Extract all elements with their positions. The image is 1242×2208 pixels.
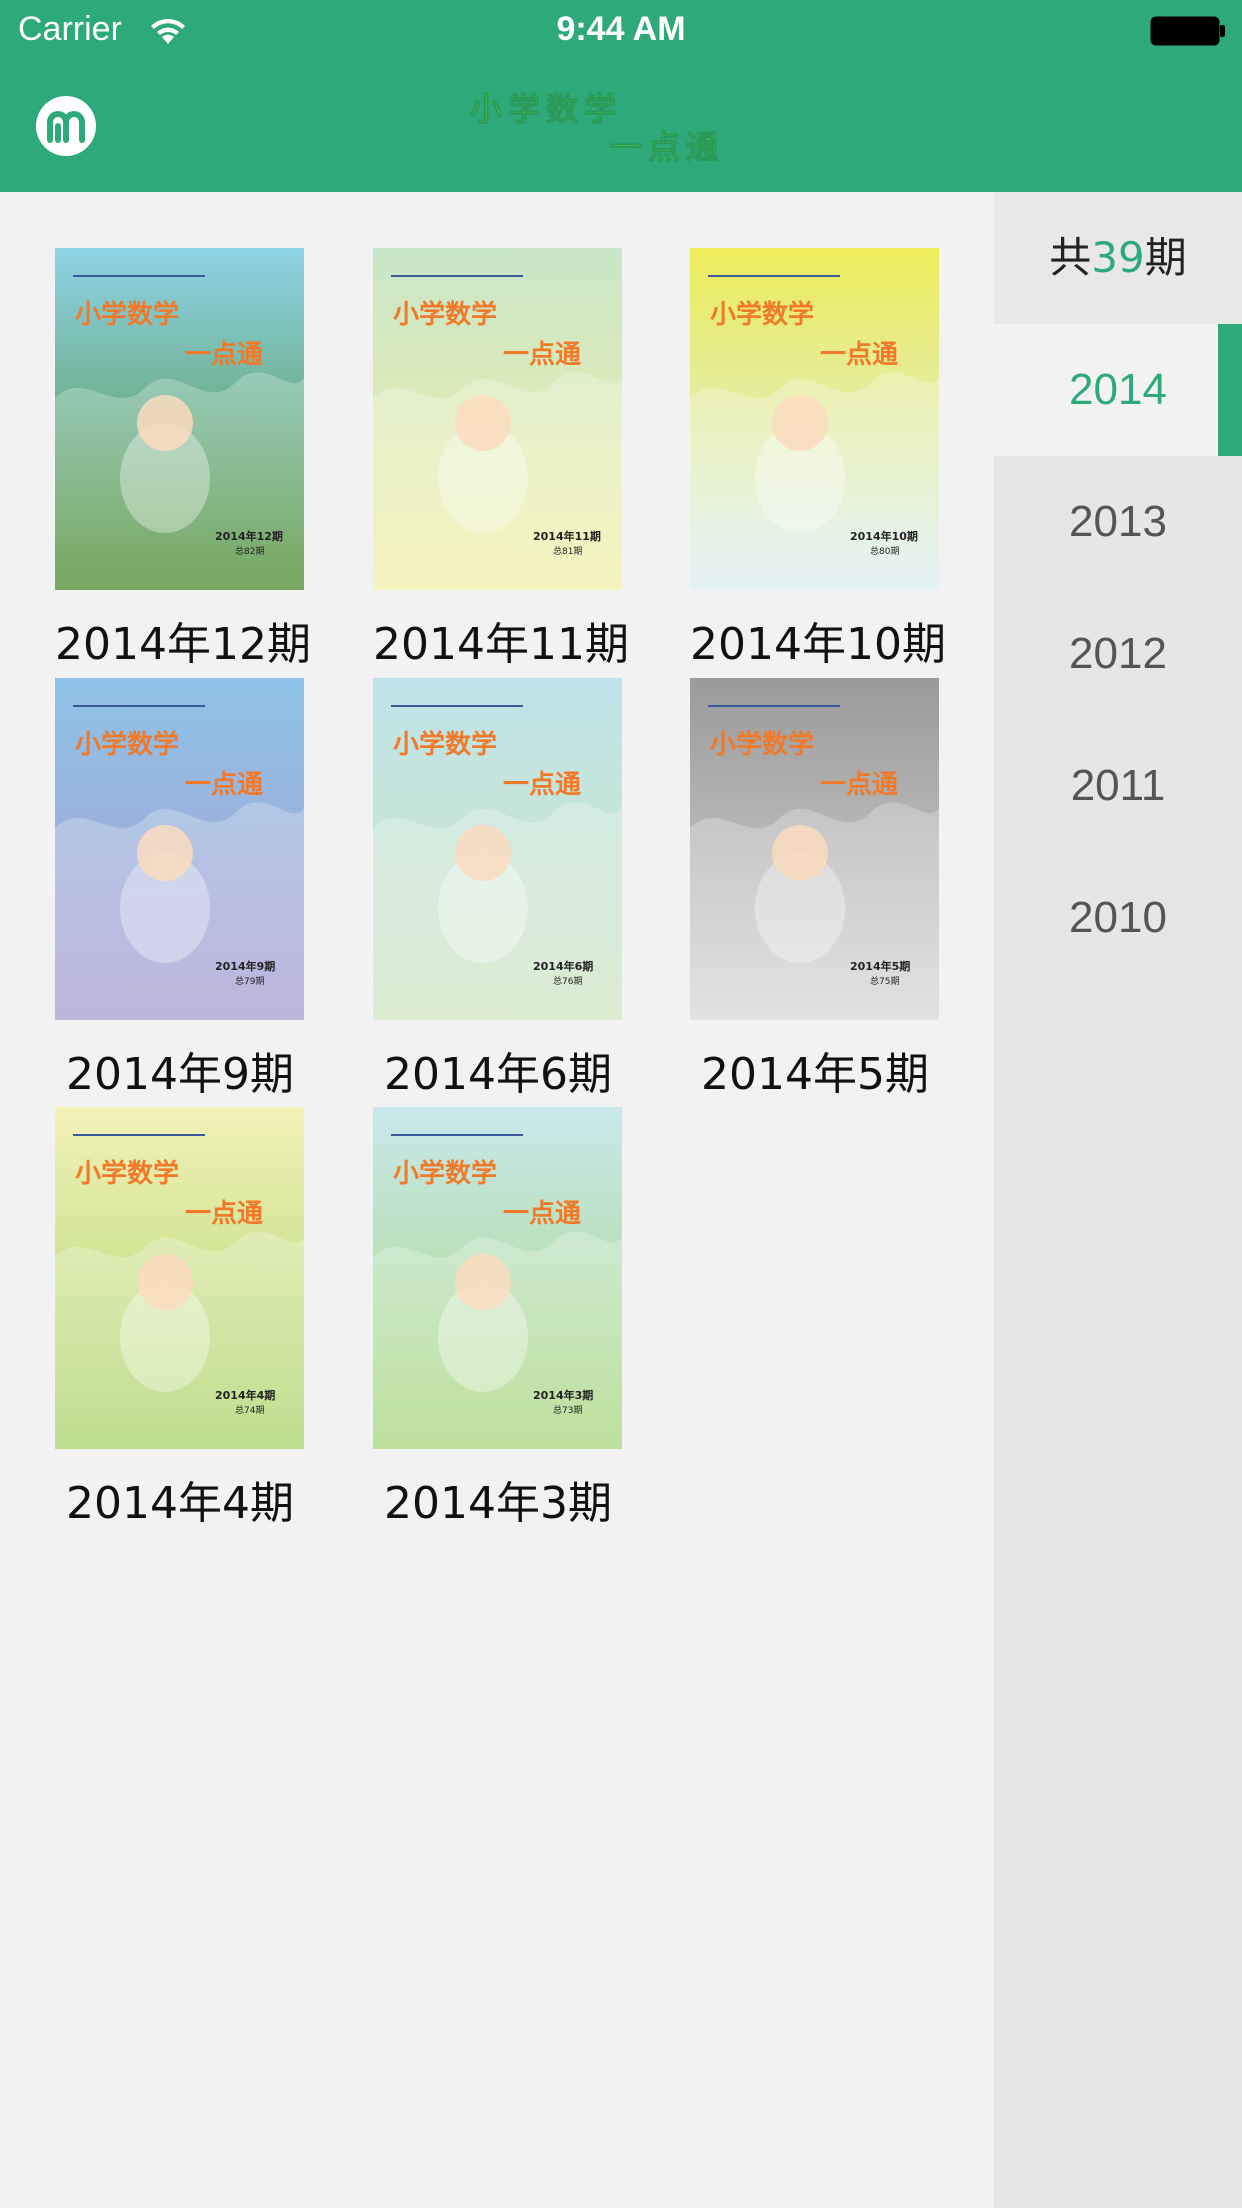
svg-text:一点通: 一点通 (185, 339, 263, 370)
svg-text:一点通: 一点通 (820, 339, 898, 370)
issue-item[interactable]: 小学数学 一点通 2014年10期 总80期 2014年10期 (690, 248, 946, 672)
issue-cover-image[interactable]: 小学数学 一点通 2014年9期总79期 (55, 678, 304, 1020)
year-label: 2014 (1069, 365, 1167, 414)
svg-text:小学数学: 小学数学 (393, 299, 497, 330)
svg-text:一点通: 一点通 (503, 769, 581, 800)
issue-label: 2014年11期 (373, 619, 629, 670)
issue-label: 2014年9期 (66, 1049, 294, 1100)
svg-text:小学数学: 小学数学 (75, 299, 179, 330)
issue-item[interactable]: 小学数学 一点通 2014年12期 总82期 2014年12期 (55, 248, 311, 672)
year-label: 2012 (1069, 629, 1167, 678)
selected-indicator (1218, 324, 1242, 456)
svg-text:小学数学: 小学数学 (75, 1158, 179, 1189)
nav-bar: Carrier 9:44 AM 小学数学 一点通 (0, 0, 1242, 192)
svg-text:小学数学: 小学数学 (710, 299, 814, 330)
year-item-2010[interactable]: 2010 (994, 852, 1242, 984)
status-bar: Carrier 9:44 AM (0, 0, 1242, 60)
svg-text:2014年5期: 2014年5期 (850, 959, 910, 973)
svg-text:总76期: 总76期 (553, 975, 582, 987)
svg-text:2014年10期: 2014年10期 (850, 529, 918, 543)
svg-text:一点通: 一点通 (503, 1198, 581, 1229)
issue-item[interactable]: 小学数学 一点通 2014年4期 总74期 2014年4期 (55, 1107, 305, 1531)
app-title-logo: 小学数学 一点通 (470, 90, 724, 165)
year-item-2014[interactable]: 2014 (994, 324, 1242, 456)
svg-text:总73期: 总73期 (553, 1404, 582, 1416)
issue-label: 2014年5期 (701, 1049, 929, 1100)
svg-text:总79期: 总79期 (235, 975, 264, 987)
year-label: 2011 (1070, 761, 1166, 810)
total-issues-label: 共39期 (994, 192, 1242, 324)
issue-cover-image[interactable]: 小学数学 一点通 2014年11期 总81期 (373, 248, 622, 590)
svg-text:2014年11期: 2014年11期 (533, 529, 601, 543)
svg-text:小学数学: 小学数学 (470, 90, 622, 128)
svg-text:一点通: 一点通 (185, 1198, 263, 1229)
year-sidebar: 共39期 2014 2013 2012 2011 2010 (994, 192, 1242, 2208)
battery-icon (1150, 16, 1225, 46)
m-logo-icon[interactable] (36, 96, 96, 156)
issue-cover-image[interactable]: 小学数学 一点通 2014年6期总76期 (373, 678, 622, 1020)
issue-cover-image[interactable]: 小学数学 一点通 2014年10期 总80期 (690, 248, 939, 590)
svg-text:小学数学: 小学数学 (393, 1158, 497, 1189)
total-prefix: 共 (1049, 233, 1092, 282)
issue-cover-image[interactable]: 小学数学 一点通 2014年4期总74期 (55, 1107, 304, 1449)
issue-cover-image[interactable]: 小学数学 一点通 2014年3期总73期 (373, 1107, 622, 1449)
year-item-2011[interactable]: 2011 (994, 720, 1242, 852)
svg-text:小学数学: 小学数学 (393, 729, 497, 760)
issue-item[interactable]: 小学数学 一点通 2014年3期 总73期 2014年3期 (373, 1107, 623, 1531)
year-item-2013[interactable]: 2013 (994, 456, 1242, 588)
svg-text:一点通: 一点通 (503, 339, 581, 370)
svg-text:2014年9期: 2014年9期 (215, 959, 275, 973)
svg-text:小学数学: 小学数学 (710, 729, 814, 760)
issue-item[interactable]: 小学数学 一点通 2014年11期 总81期 2014年11期 (373, 248, 629, 672)
svg-text:总82期: 总82期 (235, 545, 264, 557)
svg-text:一点通: 一点通 (610, 128, 724, 164)
svg-text:一点通: 一点通 (820, 769, 898, 800)
total-count: 39 (1091, 233, 1145, 282)
year-label: 2010 (1069, 893, 1167, 942)
svg-text:2014年12期: 2014年12期 (215, 529, 283, 543)
issue-item[interactable]: 小学数学 一点通 2014年6期 总76期 2014年6期 (373, 678, 623, 1102)
year-label: 2013 (1069, 497, 1167, 546)
svg-text:2014年4期: 2014年4期 (215, 1388, 275, 1402)
issue-label: 2014年6期 (384, 1049, 612, 1100)
issue-cover-image[interactable]: 小学数学 一点通 2014年5期总75期 (690, 678, 939, 1020)
year-item-2012[interactable]: 2012 (994, 588, 1242, 720)
svg-text:总74期: 总74期 (235, 1404, 264, 1416)
issue-label: 2014年12期 (55, 619, 311, 670)
svg-text:2014年3期: 2014年3期 (533, 1388, 593, 1402)
issue-item[interactable]: 小学数学 一点通 2014年9期 总79期 2014年9期 (55, 678, 305, 1102)
issue-item[interactable]: 小学数学 一点通 2014年5期 总75期 2014年5期 (690, 678, 940, 1102)
svg-text:一点通: 一点通 (185, 769, 263, 800)
svg-text:总80期: 总80期 (870, 545, 899, 557)
status-time: 9:44 AM (556, 10, 686, 48)
issue-cover-image[interactable]: 小学数学 一点通 2014年12期 总82期 (55, 248, 304, 590)
svg-text:小学数学: 小学数学 (75, 729, 179, 760)
svg-text:总75期: 总75期 (870, 975, 899, 987)
svg-text:总81期: 总81期 (553, 545, 582, 557)
issue-label: 2014年10期 (690, 619, 946, 670)
issue-label: 2014年4期 (66, 1478, 294, 1529)
total-suffix: 期 (1144, 233, 1187, 282)
svg-text:2014年6期: 2014年6期 (533, 959, 593, 973)
issue-label: 2014年3期 (384, 1478, 612, 1529)
